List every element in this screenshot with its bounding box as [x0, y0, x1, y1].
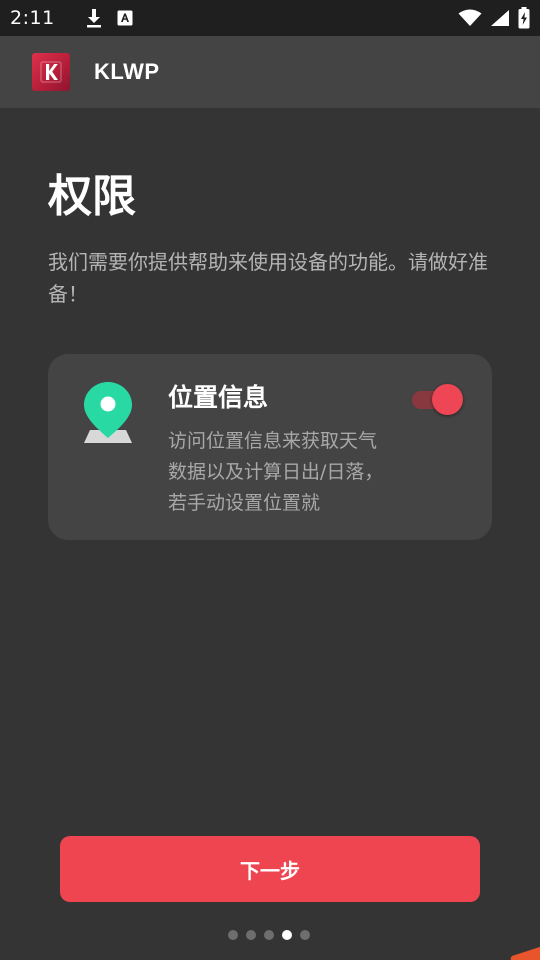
accessibility-notification-icon [117, 10, 133, 26]
app-title: KLWP [94, 59, 160, 84]
next-button[interactable]: 下一步 [60, 836, 480, 902]
corner-badge [509, 944, 540, 960]
wifi-icon [458, 9, 482, 27]
page-description: 我们需要你提供帮助来使用设备的功能。请做好准备！ [48, 250, 488, 306]
app-bar: KLWP [0, 36, 540, 108]
cell-signal-icon [490, 9, 510, 27]
permission-card-location[interactable]: 位置信息 访问位置信息来获取天气数据以及计算日出/日落，若手动设置位置就 [48, 354, 492, 540]
status-notification-icons [85, 8, 133, 28]
permission-description: 访问位置信息来获取天气数据以及计算日出/日落，若手动设置位置就 [168, 430, 384, 514]
page-dot [300, 930, 310, 940]
page-dot [264, 930, 274, 940]
page-indicator [228, 930, 310, 940]
permission-toggle[interactable] [412, 384, 464, 415]
page-dot-active [282, 930, 292, 940]
status-system-icons [458, 7, 530, 29]
download-icon [85, 8, 103, 28]
page-dot [228, 930, 238, 940]
battery-charging-icon [518, 7, 530, 29]
page-title: 权限 [48, 171, 136, 222]
klwp-logo-icon [32, 53, 70, 91]
permission-title: 位置信息 [168, 383, 269, 412]
status-time: 2:11 [10, 7, 55, 29]
status-bar: 2:11 [0, 0, 540, 36]
location-pin-icon [82, 380, 134, 446]
toggle-thumb [432, 384, 463, 415]
page-dot [246, 930, 256, 940]
